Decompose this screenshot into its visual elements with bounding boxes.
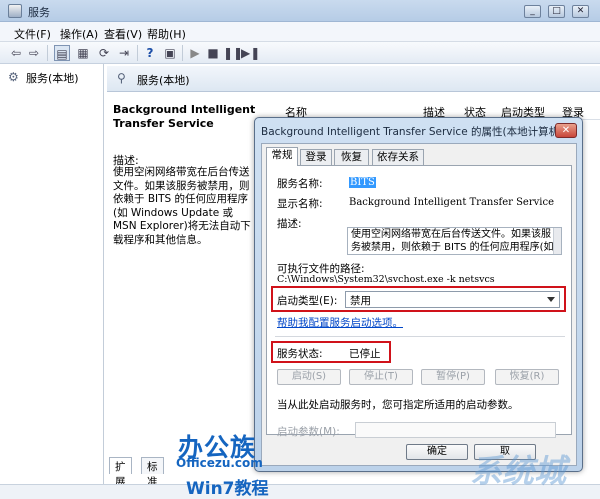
stop-service-icon[interactable]: ■ bbox=[205, 45, 221, 61]
toolbar-separator bbox=[47, 45, 48, 61]
forward-arrow-icon[interactable]: ⇨ bbox=[26, 45, 42, 61]
start-params-input[interactable] bbox=[355, 422, 556, 438]
description-field-text: 使用空闲网络带宽在后台传送文件。如果该服务被禁用，则依赖于 BITS 的任何应用… bbox=[351, 229, 554, 253]
startup-type-select[interactable]: 禁用 bbox=[345, 291, 560, 308]
gear-icon: ⚙ bbox=[8, 70, 19, 84]
general-tab-panel: 服务名称: BITS 显示名称: Background Intelligent … bbox=[266, 165, 572, 438]
tab-logon[interactable]: 登录 bbox=[300, 149, 332, 165]
chevron-down-icon bbox=[547, 297, 555, 302]
start-service-icon[interactable]: ▶ bbox=[187, 45, 203, 61]
back-arrow-icon[interactable]: ⇦ bbox=[8, 45, 24, 61]
minimize-button[interactable]: _ bbox=[524, 5, 541, 18]
tab-recovery[interactable]: 恢复 bbox=[334, 149, 369, 165]
help-configure-link[interactable]: 帮助我配置服务启动选项。 bbox=[277, 315, 403, 330]
properties-icon[interactable]: ▦ bbox=[75, 45, 91, 61]
search-icon: ⚲ bbox=[117, 71, 126, 85]
menu-action[interactable]: 操作(A) bbox=[60, 26, 98, 42]
services-header: ⚲ 服务(本地) bbox=[107, 66, 600, 92]
services-header-label: 服务(本地) bbox=[137, 74, 190, 87]
menu-file[interactable]: 文件(F) bbox=[14, 26, 51, 42]
refresh-icon[interactable]: ⟳ bbox=[96, 45, 112, 61]
tab-standard[interactable]: 标准 bbox=[141, 457, 164, 488]
pause-service-icon[interactable]: ❚❚ bbox=[223, 45, 243, 61]
watermark-right-site: 系统城 bbox=[470, 452, 567, 490]
service-status-label: 服务状态: bbox=[277, 348, 323, 360]
dialog-title: Background Intelligent Transfer Service … bbox=[261, 126, 564, 138]
toolbar-separator bbox=[137, 45, 138, 61]
tab-dependencies[interactable]: 依存关系 bbox=[372, 149, 424, 165]
tree-node-services-local[interactable]: 服务(本地) bbox=[26, 70, 79, 86]
export-list-icon[interactable]: ⇥ bbox=[116, 45, 132, 61]
exe-path-value[interactable]: C:\Windows\System32\svchost.exe -k netsv… bbox=[277, 274, 495, 285]
menu-view[interactable]: 查看(V) bbox=[104, 26, 142, 42]
console-tree: ⚙ 服务(本地) bbox=[0, 64, 104, 484]
menu-help[interactable]: 帮助(H) bbox=[147, 26, 186, 42]
watermark-logo-url: Officezu.com bbox=[176, 456, 263, 470]
tab-extended[interactable]: 扩展 bbox=[109, 457, 132, 488]
start-button[interactable]: 启动(S) bbox=[277, 369, 341, 385]
maximize-button[interactable]: □ bbox=[548, 5, 565, 18]
toolbar-separator bbox=[182, 45, 183, 61]
action-pane-icon[interactable]: ▣ bbox=[162, 45, 178, 61]
menu-bar: 文件(F) 操作(A) 查看(V) 帮助(H) bbox=[0, 22, 600, 42]
service-name-label: 服务名称: bbox=[277, 178, 323, 190]
toolbar: ⇦ ⇨ ▤ ▦ ⟳ ⇥ ? ▣ ▶ ■ ❚❚ ▶❚ bbox=[0, 42, 600, 64]
service-name-value[interactable]: BITS bbox=[349, 177, 376, 188]
restart-service-icon[interactable]: ▶❚ bbox=[241, 45, 260, 61]
description-scrollbar[interactable] bbox=[553, 228, 561, 254]
tab-general[interactable]: 常规 bbox=[266, 147, 298, 166]
display-name-label: 显示名称: bbox=[277, 198, 323, 210]
start-params-label: 启动参数(M): bbox=[277, 426, 340, 438]
description-text: 使用空闲网络带宽在后台传送文件。如果该服务被禁用，则依赖于 BITS 的任何应用… bbox=[113, 166, 251, 246]
display-name-value[interactable]: Background Intelligent Transfer Service bbox=[349, 197, 554, 208]
window-title: 服务 bbox=[28, 6, 50, 19]
close-button[interactable]: ✕ bbox=[572, 5, 589, 18]
start-params-hint: 当从此处启动服务时，您可指定所适用的启动参数。 bbox=[277, 399, 519, 411]
show-hide-tree-icon[interactable]: ▤ bbox=[54, 45, 70, 61]
dialog-close-button[interactable]: ✕ bbox=[555, 123, 577, 138]
dialog-body: 常规 登录 恢复 依存关系 服务名称: BITS 显示名称: Backgroun… bbox=[261, 143, 577, 466]
selected-service-title: Background Intelligent Transfer Service bbox=[113, 103, 256, 130]
startup-type-value: 禁用 bbox=[350, 295, 371, 307]
description-field[interactable]: 使用空闲网络带宽在后台传送文件。如果该服务被禁用，则依赖于 BITS 的任何应用… bbox=[347, 227, 562, 255]
help-icon[interactable]: ? bbox=[142, 45, 158, 61]
resume-button[interactable]: 恢复(R) bbox=[495, 369, 559, 385]
properties-dialog: Background Intelligent Transfer Service … bbox=[254, 117, 583, 472]
description-field-label: 描述: bbox=[277, 218, 302, 230]
ok-button[interactable]: 确定 bbox=[406, 444, 468, 460]
startup-type-label: 启动类型(E): bbox=[277, 295, 338, 307]
services-app-icon bbox=[8, 4, 22, 18]
service-status-value: 已停止 bbox=[349, 348, 381, 360]
watermark-logo-bottom: Win7教程 bbox=[186, 479, 269, 499]
divider bbox=[275, 336, 565, 337]
main-title-bar: 服务 _ □ ✕ bbox=[0, 0, 600, 22]
pause-button[interactable]: 暂停(P) bbox=[421, 369, 485, 385]
stop-button[interactable]: 停止(T) bbox=[349, 369, 413, 385]
